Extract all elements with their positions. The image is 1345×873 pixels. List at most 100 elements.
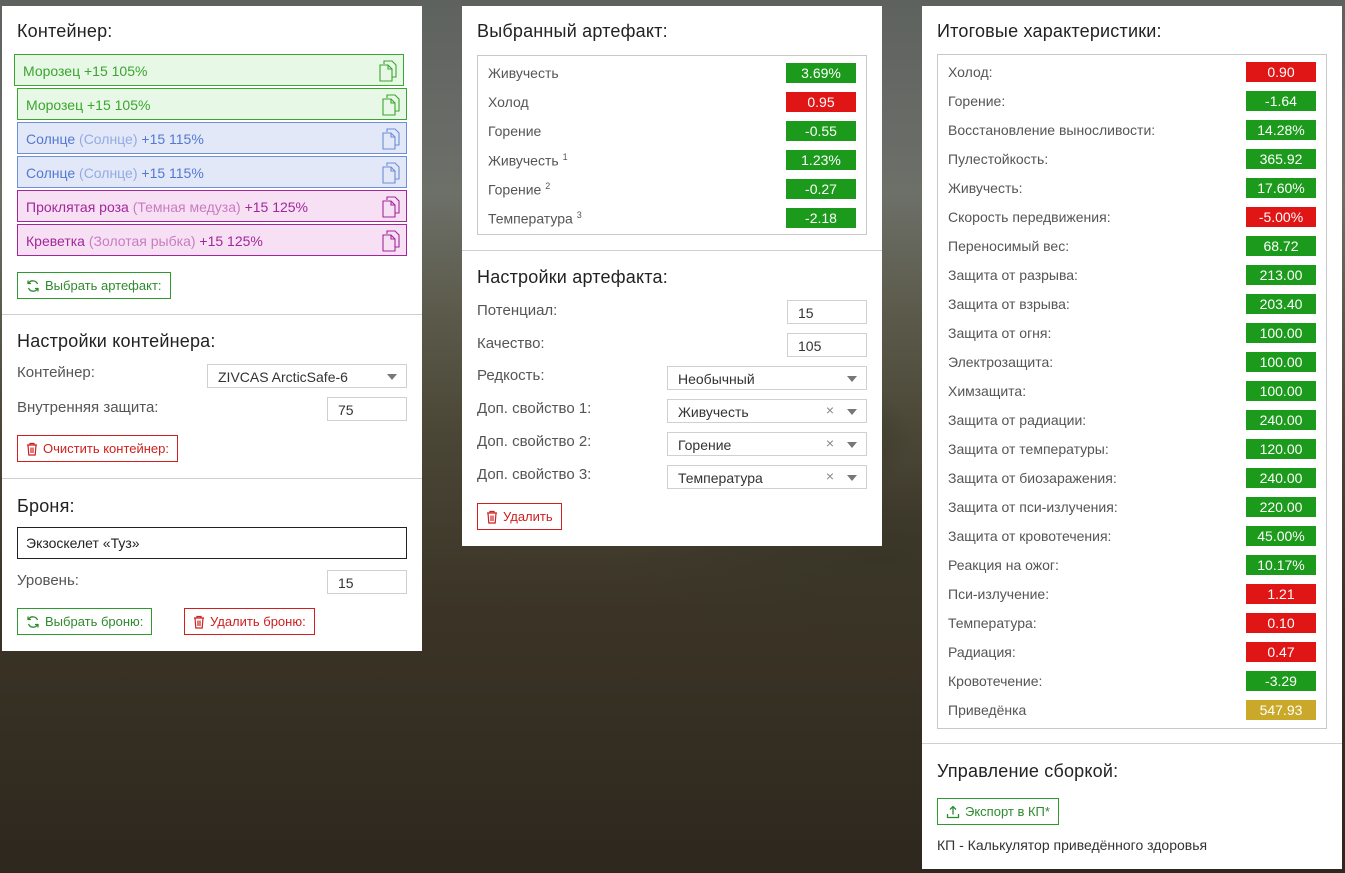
armor-field[interactable]: Экзоскелет «Туз»	[17, 527, 407, 559]
stat-value: -0.27	[786, 179, 856, 199]
copy-icon[interactable]	[382, 128, 400, 150]
stat-value: 3.69%	[786, 63, 856, 83]
choose-armor-button[interactable]: Выбрать броню:	[17, 608, 153, 635]
chevron-down-icon	[387, 374, 397, 380]
rarity-select[interactable]: Необычный	[667, 366, 867, 390]
stat-value: -3.29	[1246, 671, 1316, 691]
container-select[interactable]: ZIVCAS ArcticSafe-6	[207, 364, 407, 388]
clear-icon[interactable]: ×	[826, 468, 834, 484]
stat-name-text: Радиация:	[948, 644, 1016, 660]
stat-row: Температура 3 -2.18	[488, 208, 856, 228]
stat-name: Защита от кровотечения:	[948, 528, 1111, 544]
potential-input[interactable]: 15	[787, 300, 867, 324]
stat-row: Переносимый вес: 68.72	[948, 236, 1316, 256]
clear-container-button[interactable]: Очистить контейнер:	[17, 435, 178, 462]
stat-name-text: Пси-излучение:	[948, 586, 1050, 602]
stat-name-text: Горение	[488, 123, 542, 139]
selected-artifact-title: Выбранный артефакт:	[477, 21, 668, 41]
stat-row: Холод 0.95	[488, 92, 856, 112]
stat-name: Восстановление выносливости:	[948, 122, 1155, 138]
stat-row: Защита от разрыва: 213.00	[948, 265, 1316, 285]
clear-icon[interactable]: ×	[826, 402, 834, 418]
stat-row: Горение -0.55	[488, 121, 856, 141]
stat-value: 365.92	[1246, 149, 1316, 169]
upload-icon	[946, 805, 960, 819]
section-divider	[462, 250, 882, 251]
stat-name-text: Электрозащита:	[948, 354, 1054, 370]
stat-value: 1.23%	[786, 150, 856, 170]
extra2-label: Доп. свойство 2:	[477, 433, 592, 450]
extra2-select[interactable]: Горение ×	[667, 432, 867, 456]
stat-row: Пулестойкость: 365.92	[948, 149, 1316, 169]
extra3-label: Доп. свойство 3:	[477, 466, 592, 483]
stat-value: 100.00	[1246, 323, 1316, 343]
trash-icon	[193, 615, 205, 629]
stat-name-text: Скорость передвижения:	[948, 209, 1111, 225]
stat-value: 68.72	[1246, 236, 1316, 256]
container-artifact-item[interactable]: Солнце (Солнце) +15 115%	[17, 122, 407, 154]
extra3-select[interactable]: Температура ×	[667, 465, 867, 489]
stat-name: Горение:	[948, 93, 1005, 109]
choose-armor-label: Выбрать броню:	[45, 614, 144, 629]
artifact-bonus: +15 125%	[199, 233, 263, 249]
copy-icon[interactable]	[382, 230, 400, 252]
internal-protection-label: Внутренняя защита:	[17, 399, 159, 416]
delete-artifact-button[interactable]: Удалить	[477, 503, 562, 530]
stat-name: Защита от взрыва:	[948, 296, 1070, 312]
stat-row: Пси-излучение: 1.21	[948, 584, 1316, 604]
rarity-label: Редкость:	[477, 367, 545, 384]
stat-name: Температура:	[948, 615, 1037, 631]
stat-name: Живучесть:	[948, 180, 1023, 196]
stat-footnote: 3	[576, 210, 582, 220]
stat-name-text: Защита от биозаражения:	[948, 470, 1117, 486]
armor-title: Броня:	[17, 496, 75, 516]
stat-name: Кровотечение:	[948, 673, 1042, 689]
stat-name-text: Живучесть:	[948, 180, 1023, 196]
stat-value: 213.00	[1246, 265, 1316, 285]
stat-name-text: Холод	[488, 94, 529, 110]
stat-name-text: Защита от радиации:	[948, 412, 1087, 428]
artifact-name: Морозец	[26, 97, 84, 113]
copy-icon[interactable]	[382, 196, 400, 218]
copy-icon[interactable]	[382, 162, 400, 184]
copy-icon[interactable]	[379, 60, 397, 82]
stat-name-text: Живучесть	[488, 152, 559, 169]
artifact-bonus: +15 115%	[141, 165, 204, 181]
stat-value: 203.40	[1246, 294, 1316, 314]
chevron-down-icon	[847, 376, 857, 382]
clear-icon[interactable]: ×	[826, 435, 834, 451]
container-artifact-item[interactable]: Солнце (Солнце) +15 115%	[17, 156, 407, 188]
container-artifact-item[interactable]: Морозец +15 105%	[17, 88, 407, 120]
container-select-value: ZIVCAS ArcticSafe-6	[218, 369, 348, 385]
internal-protection-input[interactable]: 75	[327, 397, 407, 421]
choose-artifact-button[interactable]: Выбрать артефакт:	[17, 272, 171, 299]
container-artifact-item[interactable]: Креветка (Золотая рыбка) +15 125%	[17, 224, 407, 256]
stat-value: 0.95	[786, 92, 856, 112]
stat-name-text: Холод:	[948, 64, 993, 80]
stat-value: 45.00%	[1246, 526, 1316, 546]
stat-name: Защита от биозаражения:	[948, 470, 1117, 486]
stat-name: Переносимый вес:	[948, 238, 1069, 254]
container-artifact-item[interactable]: Проклятая роза (Темная медуза) +15 125%	[17, 190, 407, 222]
export-label: Экспорт в КП*	[965, 804, 1050, 819]
stat-name: Температура 3	[488, 210, 582, 227]
stat-row: Скорость передвижения: -5.00%	[948, 207, 1316, 227]
stat-row: Приведёнка 547.93	[948, 700, 1316, 720]
export-button[interactable]: Экспорт в КП*	[937, 798, 1059, 825]
extra3-select-value: Температура	[678, 470, 763, 486]
stat-row: Химзащита: 100.00	[948, 381, 1316, 401]
stat-row: Защита от температуры: 120.00	[948, 439, 1316, 459]
stat-name-text: Горение:	[948, 93, 1006, 109]
delete-armor-button[interactable]: Удалить броню:	[184, 608, 315, 635]
stat-value: 100.00	[1246, 352, 1316, 372]
stat-name-text: Температура:	[948, 615, 1037, 631]
copy-icon[interactable]	[382, 94, 400, 116]
stat-name-text: Защита от взрыва:	[948, 296, 1070, 312]
stat-name: Пулестойкость:	[948, 151, 1048, 167]
container-artifact-item[interactable]: Морозец +15 105%	[14, 54, 404, 86]
armor-level-input[interactable]: 15	[327, 570, 407, 594]
stat-name-text: Горение	[488, 181, 542, 198]
stat-value: -5.00%	[1246, 207, 1316, 227]
quality-input[interactable]: 105	[787, 333, 867, 357]
extra1-select[interactable]: Живучесть ×	[667, 399, 867, 423]
